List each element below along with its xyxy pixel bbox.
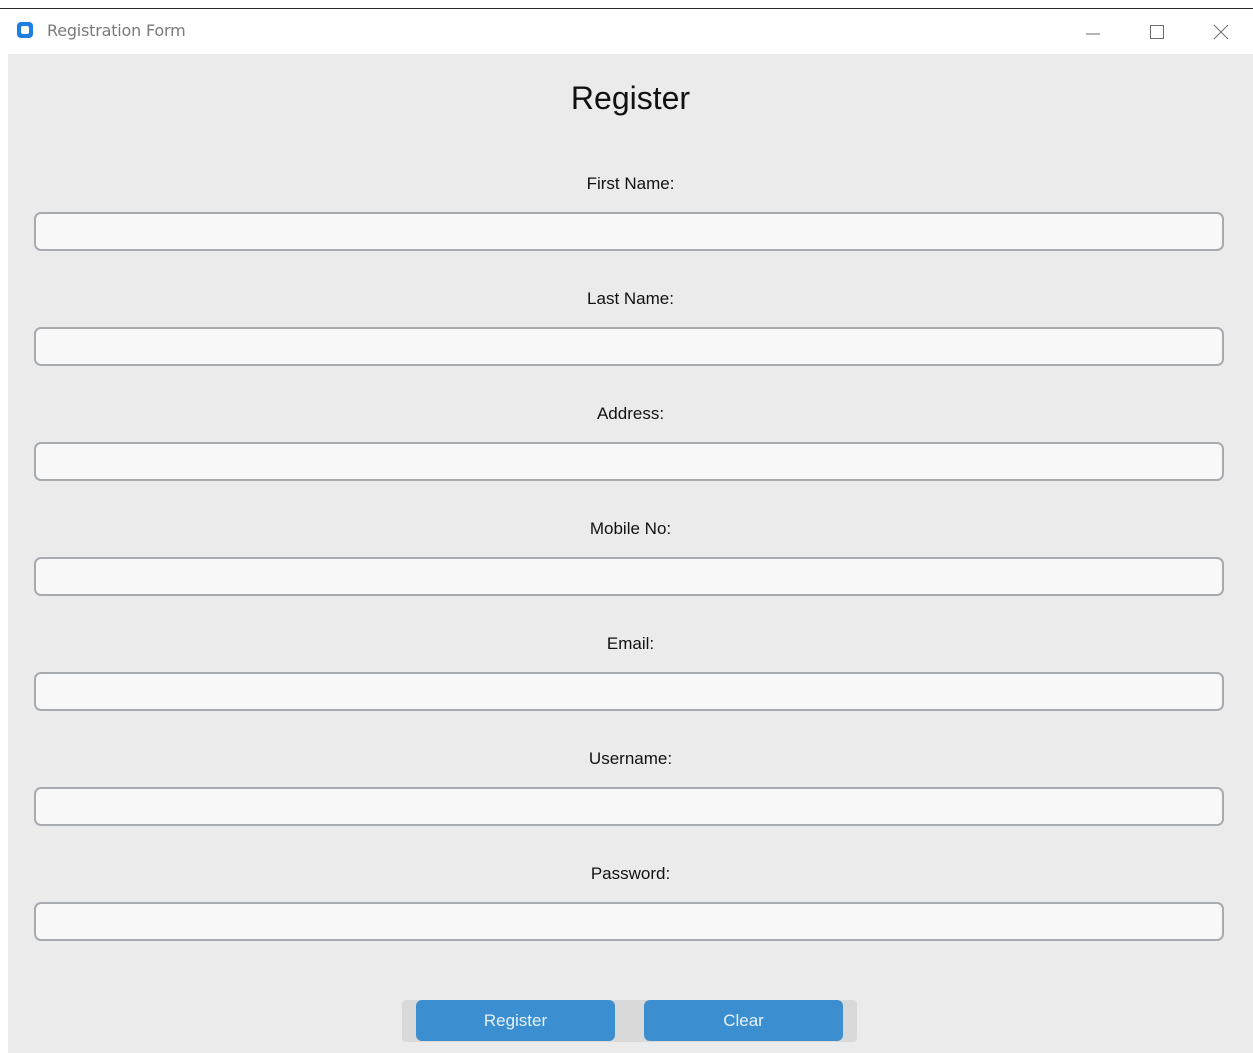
- first-name-field[interactable]: [34, 212, 1224, 251]
- close-button[interactable]: [1190, 9, 1252, 54]
- address-label: Address:: [596, 404, 665, 423]
- title-bar[interactable]: Registration Form: [8, 9, 1253, 54]
- last-name-field[interactable]: [34, 327, 1224, 366]
- app-window: Registration Form Register First Name: L…: [0, 0, 1253, 1053]
- username-label: Username:: [588, 749, 673, 768]
- maximize-icon: [1150, 25, 1164, 39]
- password-field[interactable]: [34, 902, 1224, 941]
- page-title: Register: [570, 80, 691, 116]
- button-bar: Register Clear: [402, 1000, 857, 1042]
- password-label: Password:: [590, 864, 671, 883]
- email-field[interactable]: [34, 672, 1224, 711]
- address-field[interactable]: [34, 442, 1224, 481]
- maximize-button[interactable]: [1126, 9, 1188, 54]
- app-icon: [17, 22, 33, 38]
- last-name-label: Last Name:: [587, 289, 674, 308]
- username-field[interactable]: [34, 787, 1224, 826]
- mobile-no-label: Mobile No:: [589, 519, 672, 538]
- mobile-no-field[interactable]: [34, 557, 1224, 596]
- minimize-icon: [1086, 33, 1100, 35]
- register-button[interactable]: Register: [416, 1000, 615, 1041]
- email-label: Email:: [606, 634, 655, 653]
- first-name-label: First Name:: [586, 174, 675, 193]
- clear-button[interactable]: Clear: [644, 1000, 843, 1041]
- form-panel: Register First Name: Last Name: Address:…: [8, 54, 1253, 1053]
- window-title: Registration Form: [47, 21, 186, 40]
- close-icon: [1213, 24, 1229, 40]
- minimize-button[interactable]: [1062, 9, 1124, 54]
